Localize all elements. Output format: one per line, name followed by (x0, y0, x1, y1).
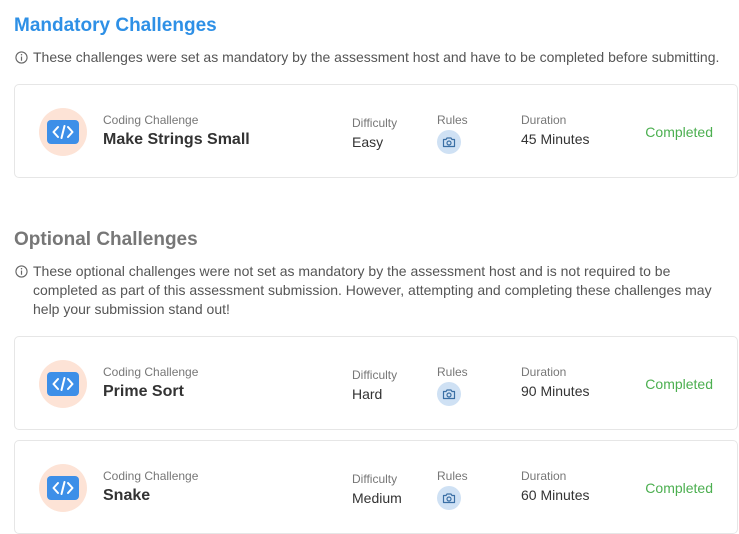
duration-label: Duration (521, 365, 567, 379)
challenge-icon-wrap (39, 360, 87, 408)
duration-value: 90 Minutes (521, 383, 590, 399)
optional-note-text: These optional challenges were not set a… (33, 263, 712, 317)
challenge-card-prime-sort[interactable]: Coding Challenge Prime Sort Difficulty H… (14, 336, 738, 430)
code-icon (47, 120, 79, 144)
status-badge: Completed (645, 124, 713, 140)
status-badge: Completed (645, 480, 713, 496)
rules-label: Rules (437, 365, 468, 379)
camera-icon[interactable] (437, 382, 461, 406)
status-badge: Completed (645, 376, 713, 392)
difficulty-label: Difficulty (352, 368, 398, 382)
challenge-icon-wrap (39, 464, 87, 512)
code-icon (47, 476, 79, 500)
duration-label: Duration (521, 469, 567, 483)
difficulty-label: Difficulty (352, 116, 398, 130)
duration-value: 45 Minutes (521, 131, 590, 147)
mandatory-note-text: These challenges were set as mandatory b… (33, 49, 720, 65)
mandatory-challenges-title: Mandatory Challenges (14, 15, 217, 36)
challenge-name[interactable]: Prime Sort (103, 382, 198, 402)
code-icon (47, 372, 79, 396)
challenge-icon-wrap (39, 108, 87, 156)
rules-label: Rules (437, 469, 468, 483)
mandatory-note: These challenges were set as mandatory b… (14, 48, 734, 67)
info-circle-icon (15, 265, 28, 278)
challenge-card-make-strings-small[interactable]: Coding Challenge Make Strings Small Diff… (14, 84, 738, 178)
challenge-card-snake[interactable]: Coding Challenge Snake Difficulty Medium… (14, 440, 738, 534)
challenge-type: Coding Challenge (103, 365, 199, 379)
difficulty-value: Easy (352, 134, 384, 150)
duration-label: Duration (521, 113, 567, 127)
difficulty-value: Medium (352, 490, 402, 506)
optional-note: These optional challenges were not set a… (14, 262, 729, 319)
challenge-type: Coding Challenge (103, 113, 199, 127)
challenge-name[interactable]: Make Strings Small (103, 130, 250, 150)
camera-icon[interactable] (437, 486, 461, 510)
info-circle-icon (15, 51, 28, 64)
challenge-type: Coding Challenge (103, 469, 199, 483)
difficulty-label: Difficulty (352, 472, 398, 486)
optional-challenges-title: Optional Challenges (14, 229, 198, 250)
rules-label: Rules (437, 113, 468, 127)
challenge-name[interactable]: Snake (103, 486, 198, 506)
difficulty-value: Hard (352, 386, 383, 402)
duration-value: 60 Minutes (521, 487, 590, 503)
camera-icon[interactable] (437, 130, 461, 154)
